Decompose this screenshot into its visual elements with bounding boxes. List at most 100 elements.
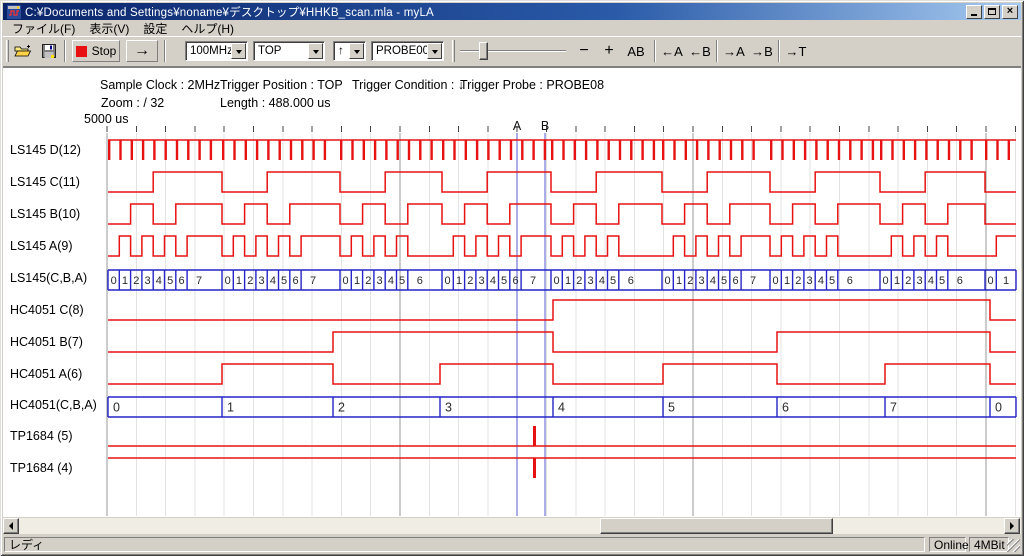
trigger-probe-select[interactable]: PROBE00 (371, 41, 444, 61)
stop-icon (76, 46, 87, 57)
window-title: C:¥Documents and Settings¥noname¥デスクトップ¥… (25, 4, 966, 20)
scroll-left-button[interactable] (3, 518, 19, 534)
svg-text:0: 0 (111, 275, 117, 287)
online-status-badge: Online (929, 537, 966, 552)
svg-text:2: 2 (365, 275, 371, 287)
svg-text:7: 7 (530, 275, 536, 287)
zoom-in-button[interactable]: + (599, 40, 619, 62)
maximize-icon (988, 8, 996, 15)
toolbar-separator (654, 40, 656, 62)
menu-view[interactable]: 表示(V) (82, 19, 136, 38)
stop-button[interactable]: Stop (72, 40, 120, 62)
move-a-left-button[interactable]: ←A (659, 40, 685, 62)
svg-text:A: A (513, 119, 522, 133)
svg-text:0: 0 (113, 401, 120, 415)
trigger-probe-info: Trigger Probe : PROBE08 (460, 78, 604, 92)
trigger-edge-select[interactable]: ↑ (333, 41, 366, 61)
channel-wave-3 (108, 236, 1016, 256)
menu-settings[interactable]: 設定 (136, 19, 174, 38)
minimize-icon (971, 14, 977, 16)
svg-text:5: 5 (501, 275, 507, 287)
svg-text:5: 5 (721, 275, 727, 287)
svg-text:7: 7 (310, 275, 316, 287)
menu-file[interactable]: ファイル(F) (5, 19, 82, 38)
svg-text:0: 0 (995, 401, 1002, 415)
svg-text:5: 5 (399, 275, 405, 287)
move-b-left-button[interactable]: ←B (687, 40, 713, 62)
zoom-out-button[interactable]: − (574, 40, 594, 62)
chevron-down-icon[interactable] (427, 43, 442, 59)
horizontal-scrollbar[interactable] (3, 518, 1021, 534)
svg-text:0: 0 (445, 275, 451, 287)
scrollbar-thumb[interactable] (600, 518, 833, 534)
open-file-button[interactable] (12, 40, 34, 62)
resize-grip-icon[interactable] (1007, 539, 1020, 552)
title-bar[interactable]: C:¥Documents and Settings¥noname¥デスクトップ¥… (3, 3, 1021, 20)
channel-wave-10 (108, 458, 1016, 478)
svg-text:6: 6 (782, 401, 789, 415)
svg-text:7: 7 (750, 275, 756, 287)
goto-trigger-button[interactable]: →T (783, 40, 809, 62)
svg-text:7: 7 (890, 401, 897, 415)
svg-text:2: 2 (576, 275, 582, 287)
open-folder-icon (14, 44, 32, 58)
chevron-down-icon[interactable] (231, 43, 246, 59)
svg-text:3: 3 (478, 275, 484, 287)
waveform-plot[interactable]: AB01234567012345670123456012345670123456… (80, 118, 1024, 516)
memory-size-badge: 4MBit (969, 537, 1009, 552)
menu-help[interactable]: ヘルプ(H) (174, 19, 241, 38)
svg-text:6: 6 (512, 275, 518, 287)
move-a-right-button[interactable]: →A (721, 40, 747, 62)
svg-text:4: 4 (599, 275, 605, 287)
svg-text:B: B (541, 119, 549, 133)
run-button[interactable]: → (126, 40, 158, 62)
status-message: レディ (4, 537, 925, 552)
svg-text:2: 2 (247, 275, 253, 287)
maximize-button[interactable] (984, 5, 1000, 19)
svg-text:0: 0 (773, 275, 779, 287)
scroll-right-button[interactable] (1004, 518, 1020, 534)
toolbar-separator (164, 40, 166, 62)
zoom-slider-thumb[interactable] (479, 42, 488, 60)
svg-text:2: 2 (687, 275, 693, 287)
sample-clock-select[interactable]: 100MHz (185, 41, 248, 61)
svg-text:6: 6 (957, 275, 963, 287)
svg-text:5: 5 (281, 275, 287, 287)
svg-text:0: 0 (665, 275, 671, 287)
channel-wave-1 (108, 172, 1016, 192)
svg-text:5: 5 (610, 275, 616, 287)
sample-clock-info: Sample Clock : 2MHz (100, 78, 220, 92)
toolbar-grip[interactable] (6, 40, 9, 62)
svg-text:3: 3 (145, 275, 151, 287)
cursor-b: B (541, 119, 549, 516)
save-button[interactable] (38, 40, 60, 62)
close-button[interactable]: × (1002, 5, 1018, 19)
svg-text:4: 4 (818, 275, 824, 287)
chevron-down-icon[interactable] (308, 43, 323, 59)
toolbar-separator (778, 40, 780, 62)
trigger-position-select[interactable]: TOP (253, 41, 325, 61)
svg-text:3: 3 (806, 275, 812, 287)
trigger-condition-info: Trigger Condition : ↓ (352, 78, 464, 92)
svg-text:1: 1 (227, 401, 234, 415)
svg-text:2: 2 (905, 275, 911, 287)
svg-text:4: 4 (490, 275, 496, 287)
svg-text:2: 2 (133, 275, 139, 287)
run-arrow-icon: → (134, 42, 150, 60)
app-window: C:¥Documents and Settings¥noname¥デスクトップ¥… (0, 0, 1024, 556)
move-b-right-button[interactable]: →B (749, 40, 775, 62)
svg-text:6: 6 (417, 275, 423, 287)
svg-text:6: 6 (732, 275, 738, 287)
arrow-left-icon (5, 522, 13, 530)
svg-text:3: 3 (698, 275, 704, 287)
toolbar-grip[interactable] (452, 40, 455, 62)
svg-text:1: 1 (354, 275, 360, 287)
ab-button[interactable]: AB (623, 40, 649, 62)
svg-text:3: 3 (376, 275, 382, 287)
minimize-button[interactable] (966, 5, 982, 19)
svg-text:3: 3 (259, 275, 265, 287)
zoom-slider-track[interactable] (460, 50, 566, 52)
svg-text:3: 3 (587, 275, 593, 287)
channel-wave-8: 012345670 (108, 397, 1016, 417)
chevron-down-icon[interactable] (349, 43, 364, 59)
